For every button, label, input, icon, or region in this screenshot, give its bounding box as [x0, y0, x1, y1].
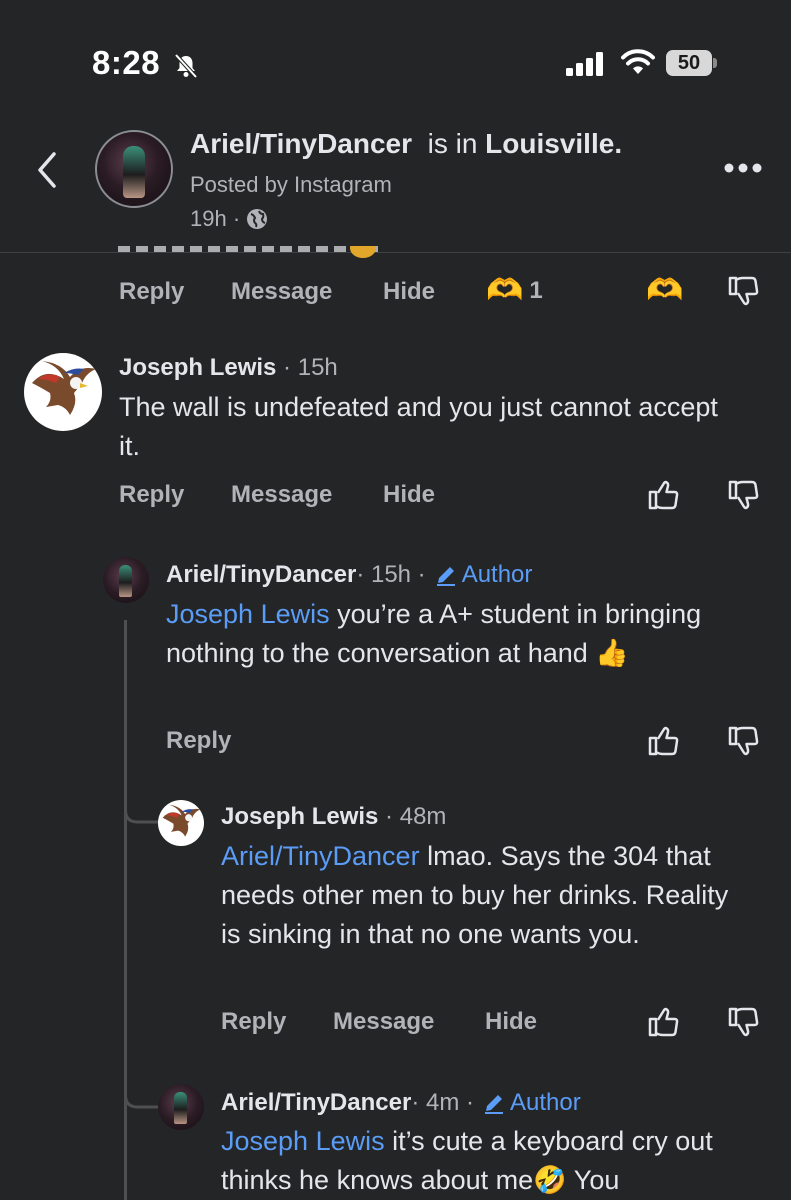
comment-2-text: Joseph Lewis you’re a A+ student in brin… — [166, 595, 776, 673]
commenter-avatar[interactable] — [24, 353, 102, 431]
post-header-title: Ariel/TinyDancer is in Louisville. — [190, 128, 622, 160]
like-icon[interactable] — [646, 1005, 680, 1039]
posted-by: Posted by Instagram — [190, 172, 392, 197]
message-button[interactable]: Message — [231, 481, 332, 509]
message-button[interactable]: Message — [231, 278, 332, 306]
mention-link[interactable]: Ariel/TinyDancer — [221, 841, 420, 871]
author-badge: Author — [461, 561, 533, 588]
reply-button[interactable]: Reply — [119, 481, 184, 509]
hide-button[interactable]: Hide — [383, 278, 435, 306]
like-icon[interactable] — [646, 478, 680, 512]
comment-time: · 4m · — [411, 1089, 474, 1116]
dislike-icon[interactable] — [726, 724, 760, 758]
reaction-summary[interactable]: 🫶 1 — [486, 274, 543, 308]
post-location[interactable]: Louisville. — [485, 128, 622, 159]
like-icon[interactable] — [646, 724, 680, 758]
dislike-icon[interactable] — [726, 478, 760, 512]
pencil-icon — [484, 1095, 503, 1114]
comment-time: · 15h — [276, 354, 338, 381]
signal-icon — [566, 52, 603, 76]
previous-comment-fragment — [118, 246, 398, 258]
post-author-avatar[interactable] — [95, 130, 173, 208]
comment-author-name[interactable]: Ariel/TinyDancer — [221, 1089, 411, 1117]
mention-link[interactable]: Joseph Lewis — [166, 599, 330, 629]
wifi-icon — [621, 49, 655, 74]
bell-slash-icon — [174, 53, 198, 79]
eagle-flag-icon — [32, 361, 96, 415]
status-time: 8:28 — [92, 44, 161, 81]
reply-button[interactable]: Reply — [119, 278, 184, 306]
comment-4-text: Joseph Lewis it’s cute a keyboard cry ou… — [221, 1122, 741, 1200]
commenter-avatar[interactable] — [158, 800, 204, 846]
back-icon[interactable] — [34, 150, 60, 190]
post-time: 19h · — [190, 206, 241, 231]
eagle-flag-icon — [162, 804, 201, 837]
author-badge: Author — [509, 1089, 581, 1116]
comment-3-text: Ariel/TinyDancer lmao. Says the 304 that… — [221, 837, 741, 954]
comment-time: · 48m — [378, 803, 447, 830]
reply-button[interactable]: Reply — [221, 1008, 286, 1036]
post-time-row: 19h · — [190, 206, 268, 232]
comment-author-name[interactable]: Joseph Lewis — [221, 803, 378, 830]
care-reaction-button[interactable]: 🫶 — [646, 274, 683, 308]
commenter-avatar[interactable] — [158, 1084, 204, 1130]
location-prefix: is in — [427, 128, 478, 159]
comment-3-author: Joseph Lewis · 48m — [221, 803, 446, 831]
reply-button[interactable]: Reply — [166, 727, 231, 755]
reaction-count: 1 — [529, 277, 543, 304]
post-author-name[interactable]: Ariel/TinyDancer — [190, 128, 412, 159]
message-button[interactable]: Message — [333, 1008, 434, 1036]
comment-author-name[interactable]: Ariel/TinyDancer — [166, 561, 356, 589]
comment-time: · 15h · — [356, 561, 426, 588]
comment-1-author: Joseph Lewis · 15h — [119, 354, 338, 382]
battery-percent: 50 — [677, 52, 701, 74]
pencil-icon — [436, 567, 455, 586]
globe-icon — [247, 209, 268, 229]
more-icon[interactable] — [722, 158, 764, 178]
comment-4-author: Ariel/TinyDancer · 4m · Author — [221, 1089, 581, 1117]
hide-button[interactable]: Hide — [383, 481, 435, 509]
comment-1-text: The wall is undefeated and you just cann… — [119, 392, 718, 461]
comment-2-author: Ariel/TinyDancer · 15h · Author — [166, 561, 532, 589]
mention-link[interactable]: Joseph Lewis — [221, 1126, 385, 1156]
hide-button[interactable]: Hide — [485, 1008, 537, 1036]
battery-icon: 50 — [666, 50, 718, 78]
commenter-avatar[interactable] — [103, 557, 149, 603]
dislike-icon[interactable] — [726, 1005, 760, 1039]
dislike-icon[interactable] — [726, 274, 760, 308]
reaction-emoji: 🫶 — [486, 274, 524, 307]
comment-author-name[interactable]: Joseph Lewis — [119, 354, 276, 381]
